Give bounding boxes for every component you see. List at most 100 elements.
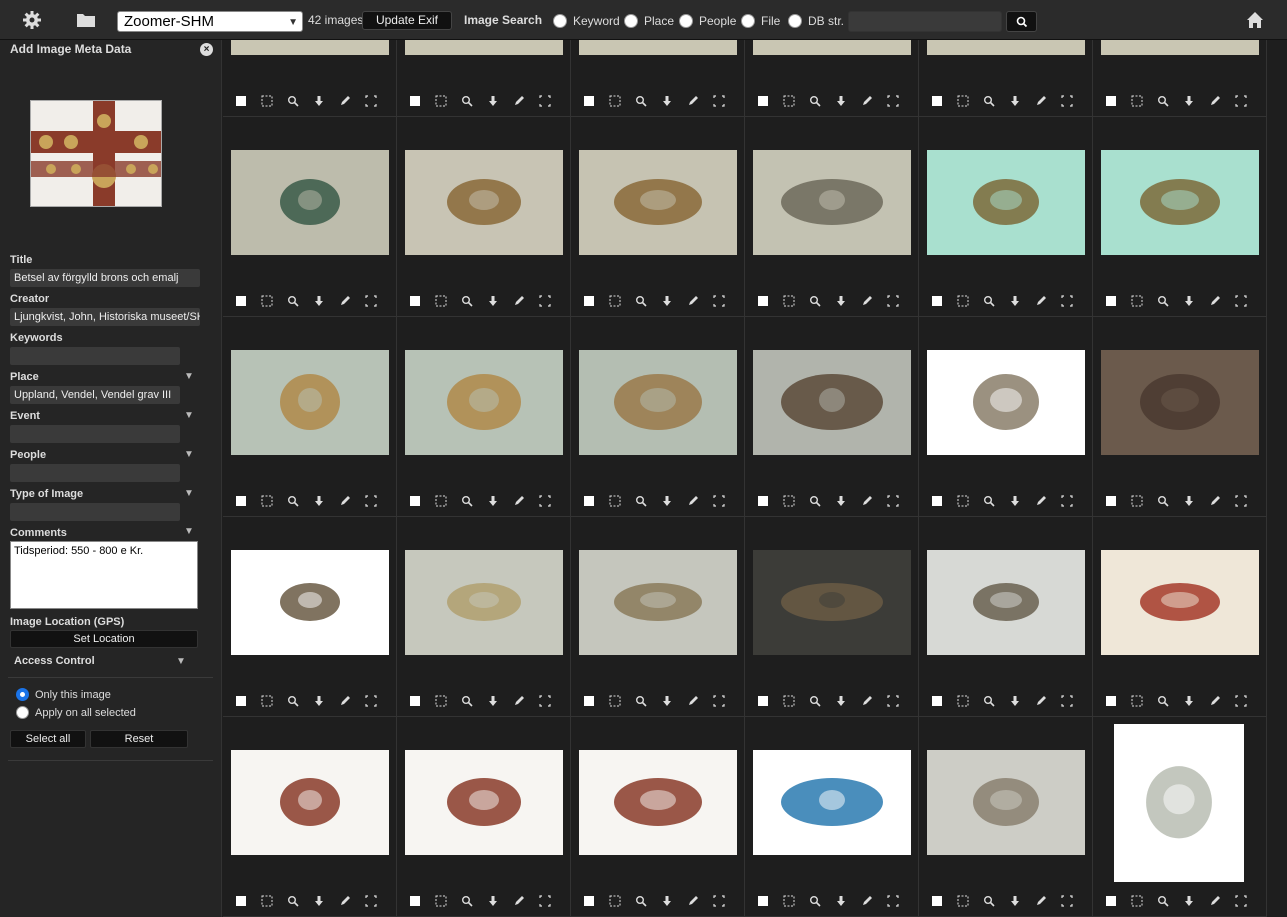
download-icon[interactable]	[661, 94, 687, 108]
people-expand-icon[interactable]: ▼	[184, 449, 194, 460]
image-thumbnail[interactable]	[1101, 550, 1259, 655]
select-icon[interactable]	[957, 694, 983, 708]
search-input[interactable]	[848, 11, 1002, 32]
edit-icon[interactable]	[687, 494, 713, 508]
image-thumbnail[interactable]	[579, 350, 737, 455]
edit-icon[interactable]	[1035, 94, 1061, 108]
edit-icon[interactable]	[1035, 494, 1061, 508]
crop-icon[interactable]	[1061, 94, 1087, 108]
zoom-icon[interactable]	[1157, 894, 1183, 908]
zoom-icon[interactable]	[287, 894, 313, 908]
edit-icon[interactable]	[861, 294, 887, 308]
checkbox-icon[interactable]	[757, 694, 783, 708]
download-icon[interactable]	[313, 94, 339, 108]
crop-icon[interactable]	[1061, 294, 1087, 308]
crop-icon[interactable]	[1235, 494, 1261, 508]
event-field[interactable]	[10, 425, 180, 443]
image-thumbnail[interactable]	[753, 750, 911, 855]
select-icon[interactable]	[435, 694, 461, 708]
crop-icon[interactable]	[539, 894, 565, 908]
select-icon[interactable]	[609, 494, 635, 508]
zoom-icon[interactable]	[635, 694, 661, 708]
image-thumbnail[interactable]	[579, 550, 737, 655]
checkbox-icon[interactable]	[757, 894, 783, 908]
crop-icon[interactable]	[1235, 894, 1261, 908]
image-thumbnail[interactable]	[753, 550, 911, 655]
zoom-icon[interactable]	[287, 494, 313, 508]
edit-icon[interactable]	[339, 94, 365, 108]
crop-icon[interactable]	[365, 694, 391, 708]
zoom-icon[interactable]	[809, 894, 835, 908]
type-expand-icon[interactable]: ▼	[184, 488, 194, 499]
checkbox-icon[interactable]	[583, 494, 609, 508]
select-icon[interactable]	[435, 94, 461, 108]
edit-icon[interactable]	[687, 894, 713, 908]
image-thumbnail[interactable]	[231, 150, 389, 255]
home-icon[interactable]	[1245, 10, 1265, 30]
select-icon[interactable]	[609, 694, 635, 708]
edit-icon[interactable]	[1035, 894, 1061, 908]
crop-icon[interactable]	[365, 894, 391, 908]
download-icon[interactable]	[487, 94, 513, 108]
zoom-icon[interactable]	[983, 894, 1009, 908]
select-icon[interactable]	[609, 94, 635, 108]
zoom-icon[interactable]	[1157, 694, 1183, 708]
radio-only-this-image[interactable]: Only this image	[16, 688, 111, 701]
crop-icon[interactable]	[1061, 494, 1087, 508]
checkbox-icon[interactable]	[583, 694, 609, 708]
search-option-file[interactable]: File	[741, 12, 780, 30]
download-icon[interactable]	[487, 294, 513, 308]
crop-icon[interactable]	[1235, 694, 1261, 708]
checkbox-icon[interactable]	[931, 494, 957, 508]
zoom-icon[interactable]	[983, 94, 1009, 108]
download-icon[interactable]	[1009, 94, 1035, 108]
download-icon[interactable]	[1183, 894, 1209, 908]
select-icon[interactable]	[1131, 494, 1157, 508]
zoom-icon[interactable]	[1157, 494, 1183, 508]
image-thumbnail[interactable]	[231, 750, 389, 855]
checkbox-icon[interactable]	[409, 694, 435, 708]
image-thumbnail[interactable]	[405, 750, 563, 855]
crop-icon[interactable]	[1235, 294, 1261, 308]
edit-icon[interactable]	[513, 894, 539, 908]
catalog-select[interactable]: Zoomer-SHM ▼	[117, 11, 303, 32]
reset-button[interactable]: Reset	[90, 730, 188, 748]
download-icon[interactable]	[835, 894, 861, 908]
checkbox-icon[interactable]	[235, 494, 261, 508]
image-thumbnail[interactable]	[405, 40, 563, 55]
select-icon[interactable]	[261, 694, 287, 708]
select-icon[interactable]	[957, 494, 983, 508]
select-icon[interactable]	[609, 894, 635, 908]
image-thumbnail[interactable]	[1114, 724, 1244, 882]
download-icon[interactable]	[487, 494, 513, 508]
crop-icon[interactable]	[365, 494, 391, 508]
checkbox-icon[interactable]	[409, 894, 435, 908]
place-field[interactable]: Uppland, Vendel, Vendel grav III	[10, 386, 180, 404]
gear-icon[interactable]	[22, 10, 42, 30]
zoom-icon[interactable]	[809, 294, 835, 308]
image-thumbnail[interactable]	[927, 150, 1085, 255]
download-icon[interactable]	[487, 694, 513, 708]
image-thumbnail[interactable]	[1101, 150, 1259, 255]
zoom-icon[interactable]	[287, 694, 313, 708]
download-icon[interactable]	[835, 294, 861, 308]
radio-apply-all-selected[interactable]: Apply on all selected	[16, 706, 136, 719]
checkbox-icon[interactable]	[1105, 494, 1131, 508]
edit-icon[interactable]	[861, 94, 887, 108]
zoom-icon[interactable]	[1157, 294, 1183, 308]
edit-icon[interactable]	[687, 694, 713, 708]
crop-icon[interactable]	[365, 294, 391, 308]
select-icon[interactable]	[435, 894, 461, 908]
search-option-place[interactable]: Place	[624, 12, 674, 30]
crop-icon[interactable]	[887, 894, 913, 908]
checkbox-icon[interactable]	[1105, 694, 1131, 708]
people-field[interactable]	[10, 464, 180, 482]
close-icon[interactable]: ×	[200, 43, 213, 56]
select-icon[interactable]	[957, 894, 983, 908]
select-icon[interactable]	[1131, 94, 1157, 108]
checkbox-icon[interactable]	[409, 294, 435, 308]
edit-icon[interactable]	[1035, 694, 1061, 708]
checkbox-icon[interactable]	[931, 894, 957, 908]
select-icon[interactable]	[1131, 294, 1157, 308]
zoom-icon[interactable]	[287, 94, 313, 108]
